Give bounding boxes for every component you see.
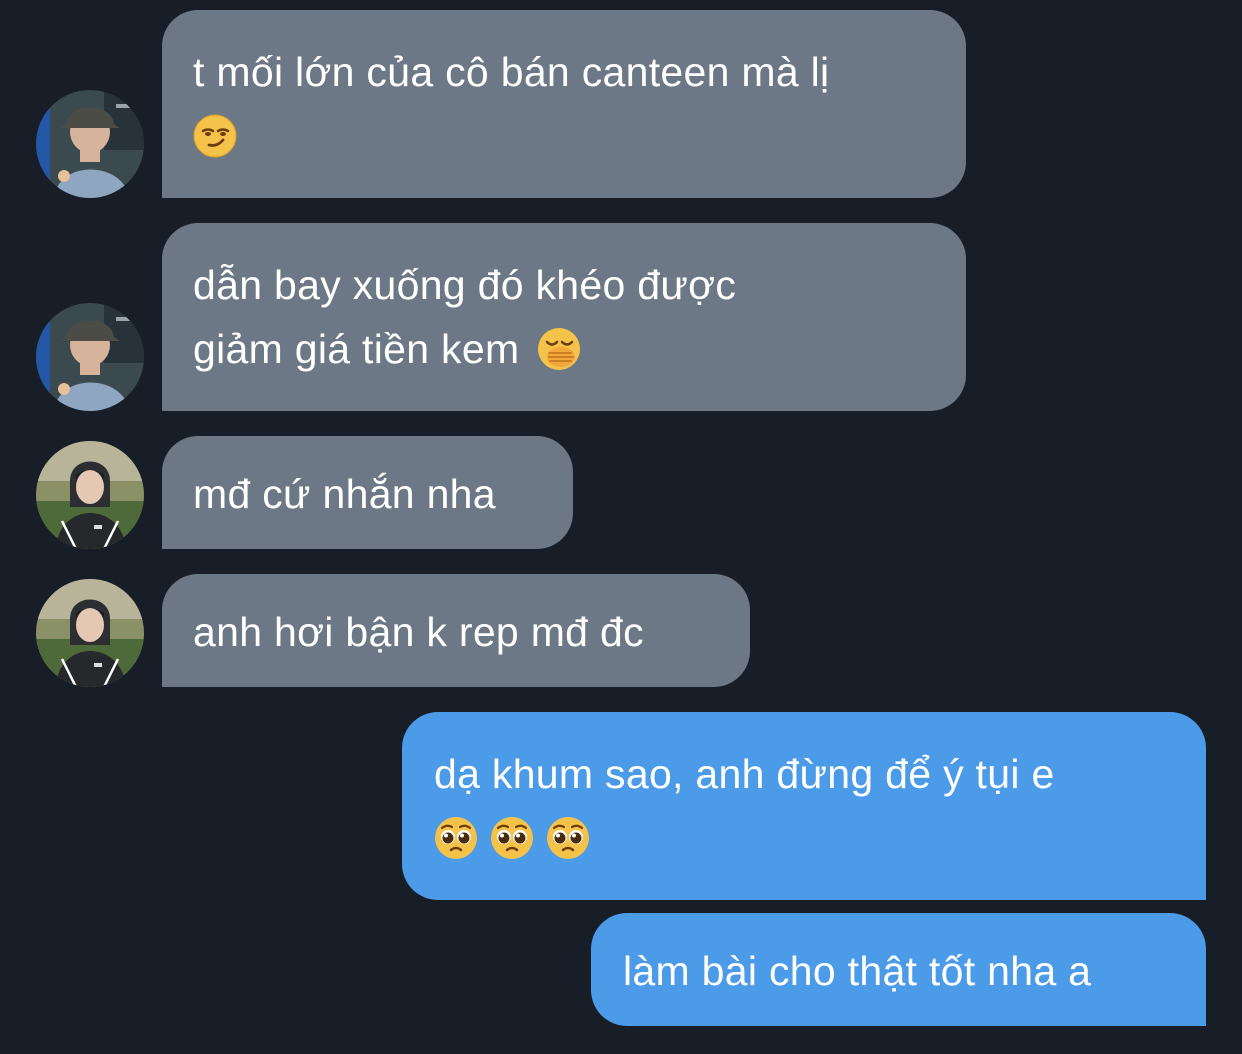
- incoming-message-bubble[interactable]: dẫn bay xuống đó khéo được giảm giá tiền…: [162, 223, 966, 411]
- message-text: giảm giá tiền kem: [193, 326, 520, 372]
- outgoing-message-bubble[interactable]: dạ khum sao, anh đừng để ý tụi e: [402, 712, 1206, 900]
- avatar-image: [36, 441, 144, 549]
- outgoing-message-bubble[interactable]: làm bài cho thật tốt nha a: [591, 913, 1206, 1026]
- incoming-message-bubble[interactable]: t mối lớn của cô bán canteen mà lị: [162, 10, 966, 198]
- pleading-face-emoji-icon: [434, 816, 478, 860]
- message-text: mđ cứ nhắn nha: [193, 471, 496, 517]
- message-text: t mối lớn của cô bán canteen mà lị: [193, 49, 830, 95]
- avatar-bucket-hat[interactable]: [36, 303, 144, 411]
- smirk-emoji-icon: [193, 114, 237, 158]
- message-text: anh hơi bận k rep mđ đc: [193, 609, 644, 655]
- pleading-face-emoji-icon: [546, 816, 590, 860]
- avatar-bucket-hat[interactable]: [36, 90, 144, 198]
- incoming-message-bubble[interactable]: anh hơi bận k rep mđ đc: [162, 574, 750, 687]
- message-text: dẫn bay xuống đó khéo được: [193, 262, 737, 308]
- pleading-face-emoji-icon: [490, 816, 534, 860]
- message-text: làm bài cho thật tốt nha a: [623, 948, 1092, 994]
- avatar-image: [36, 303, 144, 411]
- avatar-image: [36, 90, 144, 198]
- avatar-image: [36, 579, 144, 687]
- chat-thread: t mối lớn của cô bán canteen mà lị dẫn b…: [0, 0, 1242, 1054]
- hand-over-mouth-emoji-icon: [537, 327, 581, 371]
- message-text: dạ khum sao, anh đừng để ý tụi e: [434, 751, 1055, 797]
- incoming-message-bubble[interactable]: mđ cứ nhắn nha: [162, 436, 573, 549]
- avatar-hoodie[interactable]: [36, 579, 144, 687]
- avatar-hoodie[interactable]: [36, 441, 144, 549]
